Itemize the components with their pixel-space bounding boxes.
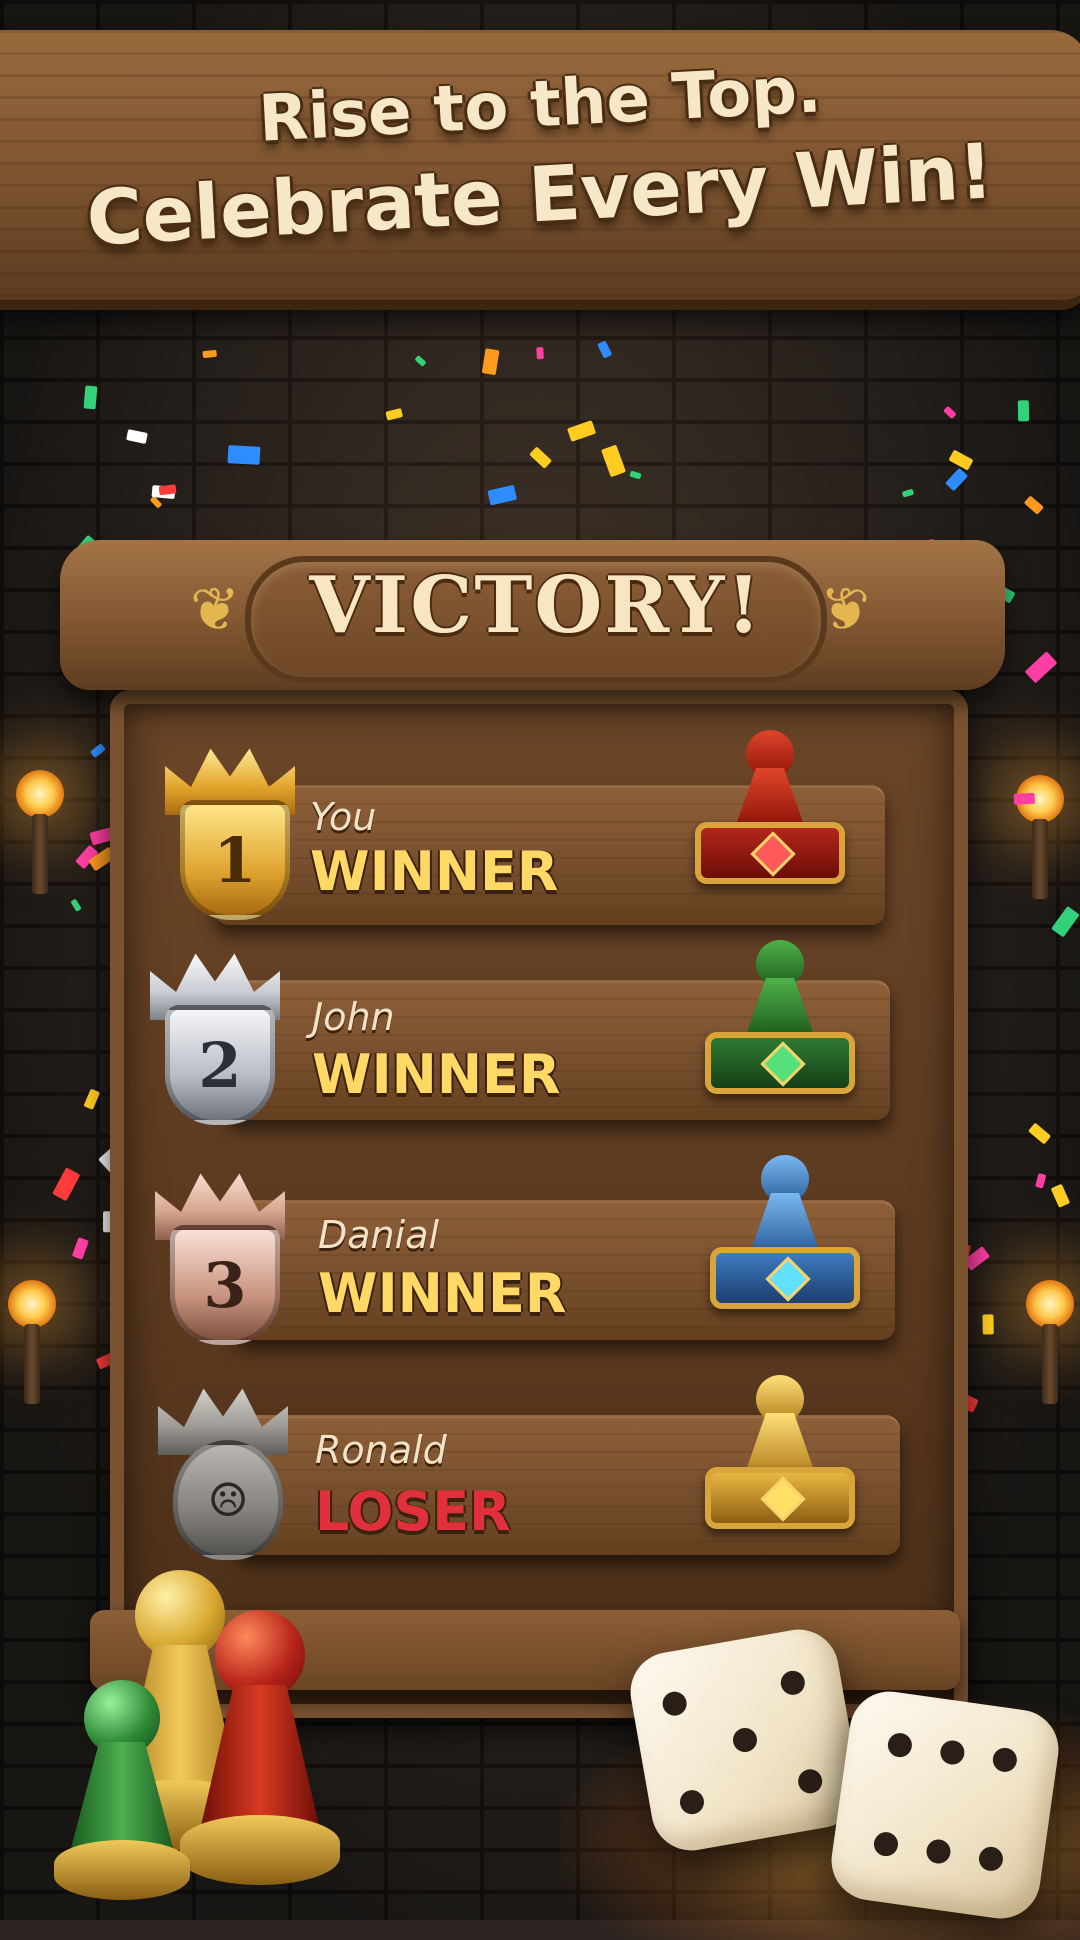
victory-title: VICTORY! — [309, 560, 763, 651]
rank-number: 3 — [170, 1225, 280, 1345]
confetti-piece — [1017, 400, 1030, 422]
player-name: Ronald — [315, 1428, 447, 1472]
player-name: John — [312, 995, 395, 1039]
torch-icon — [1000, 775, 1080, 905]
torch-icon — [0, 770, 80, 900]
confetti-piece — [536, 347, 544, 361]
gold-pawn-trophy-icon — [705, 1375, 855, 1545]
rank-number: 2 — [165, 1005, 275, 1125]
die-right-icon — [826, 1686, 1064, 1924]
player-name: You — [310, 795, 377, 839]
torch-icon — [0, 1280, 72, 1410]
sad-face-icon: ☹ — [173, 1440, 283, 1560]
blue-pawn-trophy-icon — [710, 1155, 860, 1325]
green-pawn-trophy-icon — [705, 940, 855, 1110]
confetti-piece — [158, 483, 177, 496]
confetti-piece — [83, 385, 98, 410]
confetti-piece — [982, 1314, 995, 1335]
silver-crown-rank-2-icon: 2 — [140, 950, 290, 1125]
laurel-left-icon: ❦ — [189, 575, 241, 645]
stone-crown-sad-face-icon: ☹ — [148, 1385, 298, 1560]
green-pawn-icon — [54, 1680, 190, 1910]
torch-icon — [1010, 1280, 1080, 1410]
bronze-crown-rank-3-icon: 3 — [145, 1170, 295, 1345]
die-left-icon — [624, 1623, 866, 1857]
player-name: Danial — [318, 1213, 440, 1257]
player-status: WINNER — [312, 1043, 561, 1106]
player-status: WINNER — [310, 840, 559, 903]
confetti-piece — [202, 349, 218, 359]
rank-number: 1 — [180, 800, 290, 920]
player-status: LOSER — [315, 1480, 511, 1543]
red-pawn-icon — [180, 1610, 340, 1900]
gold-crown-rank-1-icon: 1 — [155, 745, 305, 920]
confetti-piece — [227, 444, 261, 464]
red-pawn-trophy-icon — [695, 730, 845, 900]
player-status: WINNER — [318, 1262, 567, 1325]
confetti-piece — [1013, 792, 1036, 805]
